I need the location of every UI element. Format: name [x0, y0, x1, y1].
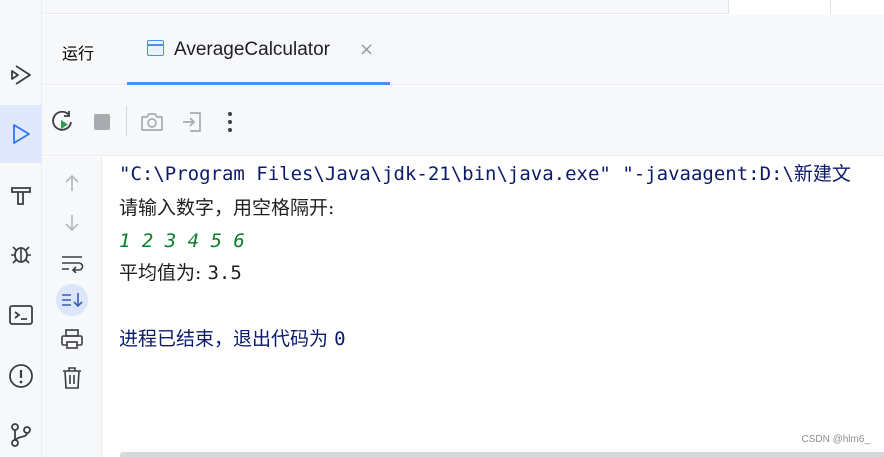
exit-message: 进程已结束，退出代码为: [119, 328, 329, 350]
close-tab-icon[interactable]: ×: [359, 39, 374, 60]
build-tool-button[interactable]: [0, 174, 42, 216]
clear-all-button[interactable]: [56, 362, 88, 394]
watermark: CSDN @hlm6_: [801, 434, 870, 445]
more-options-icon: [228, 112, 232, 132]
top-panel-box: [830, 0, 884, 14]
git-icon: [11, 423, 31, 447]
git-tool-button[interactable]: [0, 414, 42, 456]
tool-window-title: 运行: [62, 44, 95, 63]
print-button[interactable]: [56, 323, 88, 355]
soft-wrap-icon: [62, 256, 84, 273]
console-output[interactable]: "C:\Program Files\Java\jdk-21\bin\java.e…: [103, 157, 884, 457]
console-command-line: "C:\Program Files\Java\jdk-21\bin\java.e…: [119, 163, 851, 185]
scroll-to-end-icon: [62, 293, 83, 308]
scroll-to-end-button[interactable]: [56, 284, 88, 316]
stop-icon: [94, 114, 110, 130]
horizontal-scrollbar[interactable]: [120, 452, 884, 457]
console-exit-line: 进程已结束，退出代码为 0: [119, 327, 346, 351]
problems-tool-button[interactable]: [0, 355, 42, 397]
activity-bar: [0, 0, 42, 457]
run-icon: [13, 124, 30, 144]
screenshot-icon: [141, 113, 163, 131]
run-tool-button[interactable]: [0, 105, 42, 163]
scroll-up-icon: [65, 174, 79, 191]
restore-layout-icon: [183, 112, 201, 132]
top-panel-box: [728, 0, 830, 14]
terminal-tool-button[interactable]: [0, 294, 42, 336]
result-value: 3.5: [207, 262, 242, 284]
restore-layout-button[interactable]: [177, 107, 207, 137]
tab-average-calculator[interactable]: AverageCalculator ×: [127, 15, 390, 85]
screenshot-button[interactable]: [137, 107, 167, 137]
scroll-up-button[interactable]: [56, 167, 88, 199]
top-strip: [42, 0, 884, 14]
rerun-button[interactable]: [48, 107, 78, 137]
services-icon: [11, 65, 31, 85]
scroll-down-button[interactable]: [56, 207, 88, 239]
clear-all-icon: [63, 367, 81, 389]
debug-icon: [11, 246, 31, 264]
active-tab-indicator: [127, 82, 390, 85]
tab-label: AverageCalculator: [174, 39, 330, 60]
scroll-down-icon: [65, 215, 79, 232]
console-gutter: [42, 157, 102, 457]
toolbar-separator: [126, 106, 127, 136]
run-toolbar: [42, 86, 884, 156]
problems-icon: [9, 364, 33, 388]
result-label: 平均值为:: [119, 262, 202, 284]
rerun-icon: [52, 110, 72, 131]
build-icon: [11, 187, 31, 205]
exit-code: 0: [334, 328, 346, 350]
services-tool-button[interactable]: [0, 54, 42, 96]
application-icon: [147, 40, 164, 56]
console-result-line: 平均值为: 3.5: [119, 261, 242, 285]
stop-button[interactable]: [87, 107, 117, 137]
debug-tool-button[interactable]: [0, 233, 42, 275]
console-prompt-line: 请输入数字，用空格隔开:: [119, 197, 335, 219]
console-user-input-line: 1 2 3 4 5 6: [119, 230, 245, 252]
run-tool-window-header: 运行 AverageCalculator ×: [42, 15, 884, 85]
more-options-button[interactable]: [215, 107, 245, 137]
print-icon: [61, 329, 83, 349]
terminal-icon: [9, 305, 33, 325]
soft-wrap-button[interactable]: [56, 247, 88, 279]
